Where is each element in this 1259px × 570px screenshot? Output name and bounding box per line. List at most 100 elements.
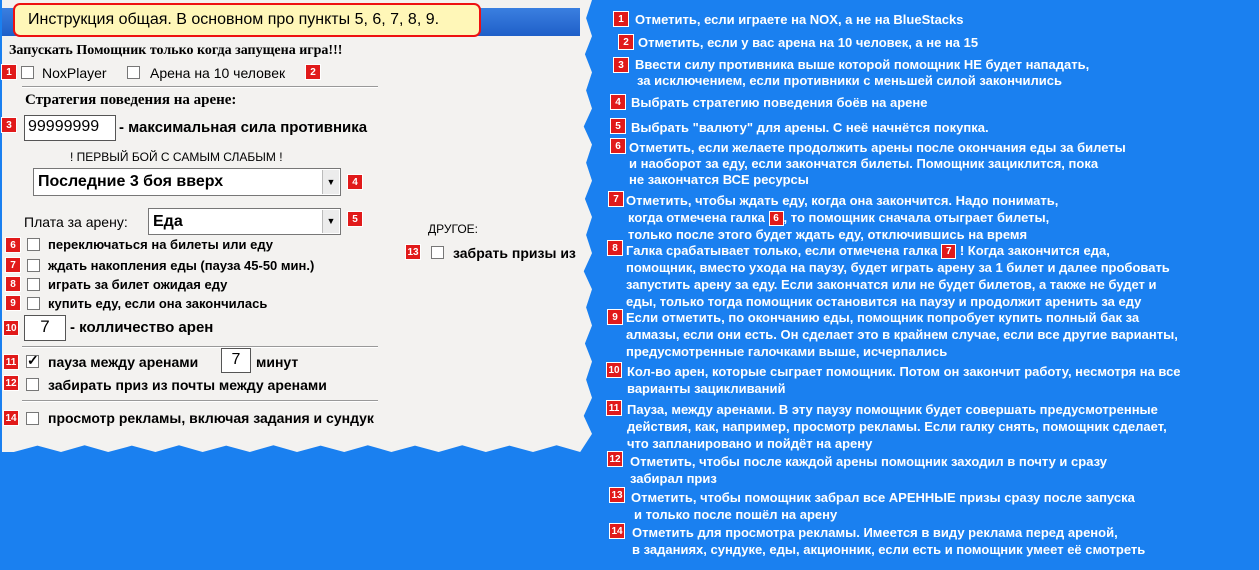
pause-label: пауза между аренами bbox=[48, 354, 199, 370]
note-line: не закончатся ВСЕ ресурсы bbox=[629, 172, 809, 187]
ads-label: просмотр рекламы, включая задания и сунд… bbox=[48, 410, 374, 426]
note-12: Отметить, чтобы после каждой арены помощ… bbox=[630, 453, 1107, 487]
note-line: запустить арену за еду. Если закончатся … bbox=[626, 277, 1157, 292]
note-line: варианты зацикливаний bbox=[627, 381, 786, 396]
note-3: Ввести силу противника выше которой помо… bbox=[635, 57, 1089, 89]
note-line: еды, только тогда помощник остановится н… bbox=[626, 294, 1142, 309]
note-badge-8: 8 bbox=[607, 240, 623, 256]
note-ref-badge: 6 bbox=[768, 211, 784, 226]
note-badge-11: 11 bbox=[606, 400, 622, 416]
prizes-label: забрать призы из bbox=[453, 245, 576, 261]
badge-13: 13 bbox=[405, 244, 421, 260]
max-power-input[interactable]: 99999999 bbox=[24, 115, 116, 141]
note-line: в заданиях, сундуке, еды, акционник, есл… bbox=[632, 542, 1146, 557]
arena10-checkbox[interactable] bbox=[127, 66, 140, 79]
ads-checkbox[interactable] bbox=[26, 412, 39, 425]
note-line: только после этого будет ждать еду, откл… bbox=[628, 227, 1028, 242]
badge-11: 11 bbox=[3, 354, 19, 370]
note-line: Если отметить, по окончанию еды, помощни… bbox=[626, 310, 1140, 325]
strategy-select[interactable]: Последние 3 боя вверх ▼ bbox=[33, 168, 341, 196]
note-line: Отметить, чтобы после каждой арены помощ… bbox=[630, 454, 1107, 469]
pause-checkbox[interactable] bbox=[26, 352, 39, 369]
buy-food-label: купить еду, если она закончилась bbox=[48, 296, 268, 311]
note-badge-10: 10 bbox=[606, 362, 622, 378]
note-line: Отметить, чтобы помощник забрал все АРЕН… bbox=[631, 490, 1135, 505]
note-badge-2: 2 bbox=[618, 34, 634, 50]
mail-checkbox[interactable] bbox=[26, 378, 39, 391]
note-badge-12: 12 bbox=[607, 451, 623, 467]
switch-currency-label: переключаться на билеты или еду bbox=[48, 237, 274, 252]
pause-unit: минут bbox=[256, 354, 299, 370]
badge-10: 10 bbox=[3, 320, 19, 336]
nox-checkbox[interactable] bbox=[21, 66, 34, 79]
note-1: Отметить, если играете на NOX, а не на B… bbox=[635, 12, 964, 28]
badge-1: 1 bbox=[1, 64, 17, 80]
note-line: Отметить, если играете на NOX, а не на B… bbox=[635, 12, 964, 27]
other-heading: ДРУГОЕ: bbox=[428, 222, 478, 236]
badge-14: 14 bbox=[3, 410, 19, 426]
badge-9: 9 bbox=[5, 295, 21, 311]
note-line: забирал приз bbox=[630, 471, 717, 486]
note-line: действия, как, например, просмотр реклам… bbox=[627, 419, 1167, 434]
payment-select-value: Еда bbox=[153, 213, 183, 230]
note-line: за исключением, если противники с меньше… bbox=[637, 73, 1062, 88]
mail-label: забирать приз из почты между аренами bbox=[48, 377, 327, 393]
note-9: Если отметить, по окончанию еды, помощни… bbox=[626, 309, 1178, 360]
note-line: Ввести силу противника выше которой помо… bbox=[635, 57, 1090, 72]
note-6: Отметить, если желаете продолжить арены … bbox=[629, 140, 1126, 188]
note-ref-badge: 7 bbox=[941, 244, 957, 259]
note-badge-4: 4 bbox=[610, 94, 626, 110]
wait-food-checkbox[interactable] bbox=[27, 259, 40, 272]
ticket-play-checkbox[interactable] bbox=[27, 278, 40, 291]
note-line: помощник, вместо ухода на паузу, будет и… bbox=[626, 260, 1170, 275]
warning-text: Запускать Помощник только когда запущена… bbox=[9, 43, 343, 58]
note-badge-1: 1 bbox=[613, 11, 629, 27]
arena-count-label: - колличество арен bbox=[70, 319, 214, 336]
note-badge-9: 9 bbox=[607, 309, 623, 325]
badge-6: 6 bbox=[5, 237, 21, 253]
note-line: , то помощник сначала отыграет билеты, bbox=[783, 210, 1050, 225]
note-10: Кол-во арен, которые сыграет помощник. П… bbox=[627, 363, 1181, 397]
payment-label: Плата за арену: bbox=[24, 214, 128, 230]
note-line: алмазы, если они есть. Он сделает это в … bbox=[626, 327, 1178, 342]
note-4: Выбрать стратегию поведения боёв на арен… bbox=[631, 95, 928, 111]
badge-8: 8 bbox=[5, 276, 21, 292]
buy-food-checkbox[interactable] bbox=[27, 297, 40, 310]
note-11: Пауза, между аренами. В эту паузу помощн… bbox=[627, 401, 1167, 452]
payment-select[interactable]: Еда ▼ bbox=[148, 208, 341, 235]
note-line: Выбрать стратегию поведения боёв на арен… bbox=[631, 95, 928, 110]
separator bbox=[22, 86, 378, 88]
arena-count-input[interactable]: 7 bbox=[24, 315, 66, 341]
badge-5: 5 bbox=[347, 211, 363, 227]
instruction-title: Инструкция общая. В основном про пункты … bbox=[13, 3, 481, 37]
note-line: предусмотренные галочками выше, исчерпал… bbox=[626, 344, 948, 359]
pause-minutes-input[interactable]: 7 bbox=[221, 348, 251, 373]
note-badge-5: 5 bbox=[610, 118, 626, 134]
note-line: и только после пошёл на арену bbox=[634, 507, 838, 522]
note-line: когда отмечена галка bbox=[628, 210, 765, 225]
note-line: Пауза, между аренами. В эту паузу помощн… bbox=[627, 402, 1158, 417]
prizes-checkbox[interactable] bbox=[431, 246, 444, 259]
badge-12: 12 bbox=[3, 375, 19, 391]
ticket-play-label: играть за билет ожидая еду bbox=[48, 277, 228, 292]
note-line: что запланировано и пойдёт на арену bbox=[627, 436, 873, 451]
chevron-down-icon[interactable]: ▼ bbox=[322, 210, 339, 233]
note-badge-7: 7 bbox=[608, 191, 624, 207]
note-8: Галка срабатывает только, если отмечена … bbox=[626, 242, 1170, 310]
switch-currency-checkbox[interactable] bbox=[27, 238, 40, 251]
note-line: Кол-во арен, которые сыграет помощник. П… bbox=[627, 364, 1181, 379]
note-2: Отметить, если у вас арена на 10 человек… bbox=[638, 35, 978, 51]
first-fight-note: ! ПЕРВЫЙ БОЙ С САМЫМ СЛАБЫМ ! bbox=[70, 150, 283, 164]
nox-label: NoxPlayer bbox=[42, 65, 107, 81]
note-badge-3: 3 bbox=[613, 57, 629, 73]
note-13: Отметить, чтобы помощник забрал все АРЕН… bbox=[631, 489, 1135, 523]
wait-food-label: ждать накопления еды (пауза 45-50 мин.) bbox=[48, 258, 315, 273]
chevron-down-icon[interactable]: ▼ bbox=[322, 170, 339, 194]
note-line: Отметить, если желаете продолжить арены … bbox=[629, 140, 1126, 155]
badge-2: 2 bbox=[305, 64, 321, 80]
note-line: Отметить, если у вас арена на 10 человек… bbox=[638, 35, 979, 50]
strategy-heading: Стратегия поведения на арене: bbox=[25, 92, 237, 108]
note-14: Отметить для просмотра рекламы. Имеется … bbox=[632, 524, 1145, 558]
note-badge-14: 14 bbox=[609, 523, 625, 539]
strategy-select-value: Последние 3 боя вверх bbox=[38, 173, 224, 190]
